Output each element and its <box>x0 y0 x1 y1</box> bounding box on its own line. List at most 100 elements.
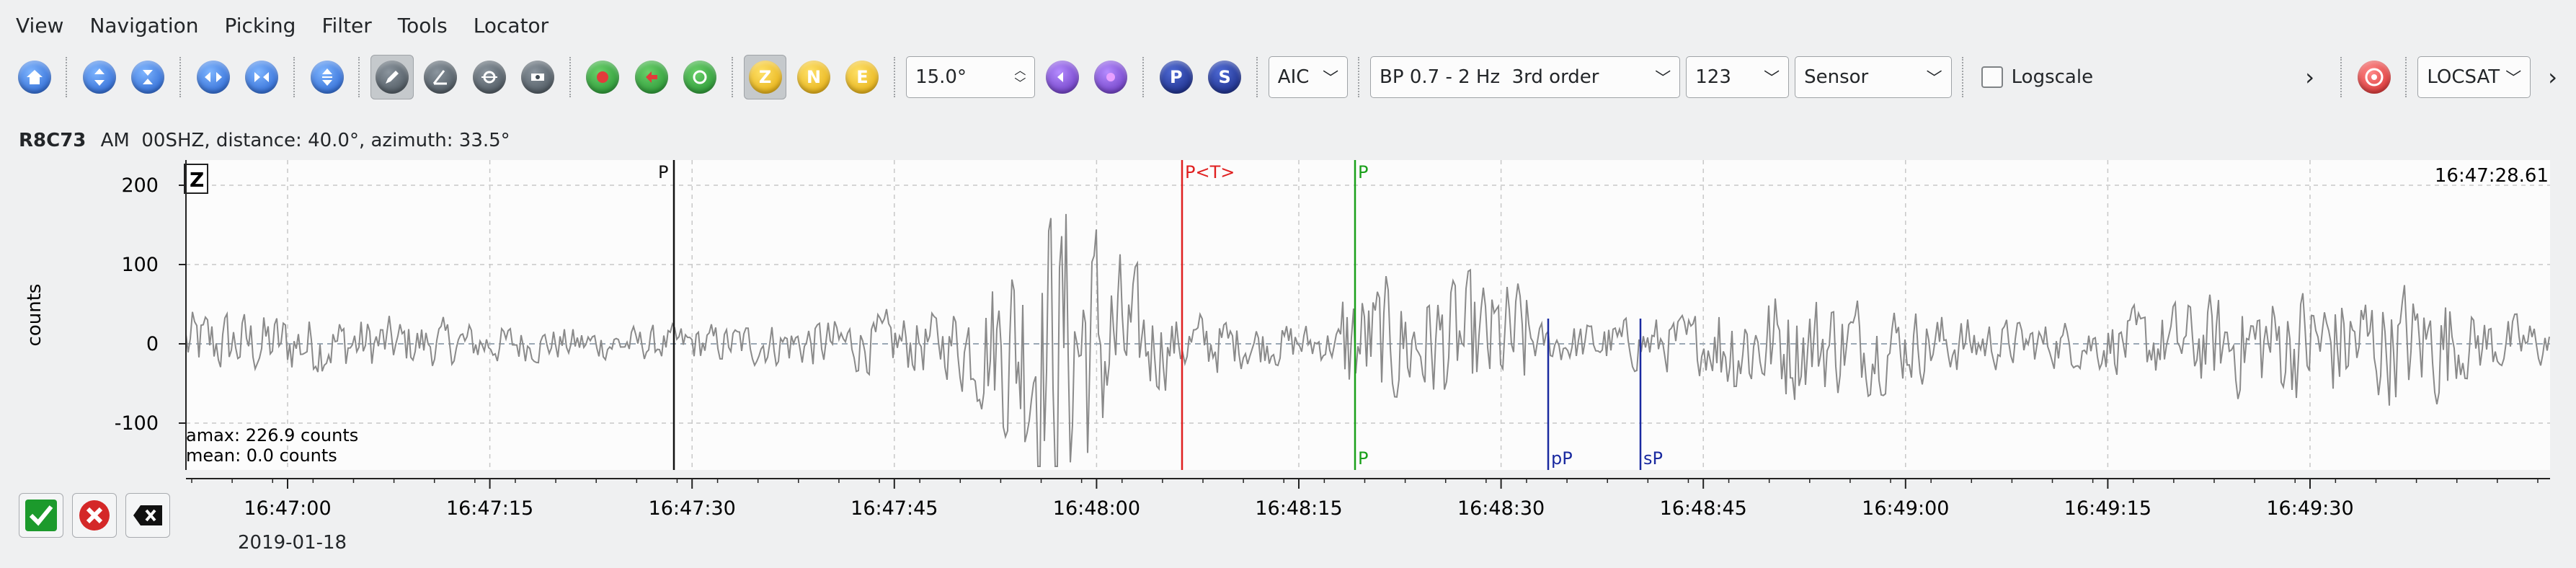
accept-button[interactable] <box>19 493 63 538</box>
reject-button[interactable] <box>72 493 117 538</box>
phase-s-icon: S <box>1208 61 1242 94</box>
rotate-right-button[interactable] <box>1090 55 1132 99</box>
toolbar-separator <box>179 57 182 97</box>
zoom-in-vertical-button[interactable] <box>78 55 120 99</box>
angle-tool-button[interactable] <box>419 55 462 99</box>
toolbar: Z N E 15.0° ︿ ﹀ P S AIC ﹀ BP 0.7 - 2 Hz 3r… <box>0 50 2576 104</box>
toolbar-separator <box>1256 57 1258 97</box>
chevron-down-icon: ﹀ <box>1764 70 1780 88</box>
checkmark-icon <box>25 500 57 531</box>
menu-navigation[interactable]: Navigation <box>76 0 211 50</box>
component-z-button[interactable]: Z <box>743 55 787 99</box>
arrow-s-icon <box>634 61 668 94</box>
rotate-alt-icon <box>1094 61 1128 94</box>
home-icon <box>17 61 51 94</box>
component-n-button[interactable]: N <box>792 55 835 99</box>
station-info: AM 00SHZ, distance: 40.0°, azimuth: 33.5… <box>100 130 510 151</box>
logscale-checkbox[interactable]: Logscale <box>1981 66 2093 88</box>
x-tick-label: 16:49:15 <box>2064 497 2151 520</box>
expand-vertical-icon <box>83 61 117 94</box>
locator-select[interactable]: LOCSAT ﹀ <box>2417 56 2531 98</box>
toolbar-separator <box>894 57 896 97</box>
chevron-down-icon: ﹀ <box>2505 70 2522 88</box>
y-tick-label: 100 <box>121 254 159 276</box>
y-tick-label: 0 <box>146 333 159 355</box>
toolbar-separator <box>358 57 360 97</box>
mean-label: mean: 0.0 counts <box>186 445 337 466</box>
toolbar-separator <box>1358 57 1360 97</box>
menu-bar: View Navigation Picking Filter Tools Loc… <box>0 0 2576 50</box>
filter-value: BP 0.7 - 2 Hz 3rd order <box>1380 66 1599 88</box>
toolbar-separator <box>66 57 68 97</box>
pick-s-button[interactable]: S <box>1203 55 1245 99</box>
filter-select[interactable]: BP 0.7 - 2 Hz 3rd order ﹀ <box>1370 56 1681 98</box>
pick-tool-button[interactable] <box>370 55 414 99</box>
spectrum-tool-button[interactable] <box>468 55 510 99</box>
y-axis: 200 100 0 -100 <box>115 160 187 470</box>
x-axis: 16:47:00 16:47:15 16:47:30 16:47:45 16:48:00… <box>186 478 2550 520</box>
pick-label: sP <box>1643 448 1663 469</box>
x-tick-label: 16:48:30 <box>1457 497 1545 520</box>
locate-button[interactable] <box>2353 55 2395 99</box>
pick-p-button[interactable]: P <box>1155 55 1197 99</box>
toolbar-separator <box>731 57 734 97</box>
chevron-down-icon: ﹀ <box>1323 70 1339 88</box>
pick-label: P <box>1358 162 1368 182</box>
logscale-label: Logscale <box>2011 66 2094 88</box>
x-tick-label: 16:47:15 <box>446 497 533 520</box>
picker-method-select[interactable]: AIC ﹀ <box>1268 56 1349 98</box>
x-tick-label: 16:49:30 <box>2266 497 2353 520</box>
menu-locator[interactable]: Locator <box>461 0 561 50</box>
compress-horizontal-icon <box>245 61 279 94</box>
component-label: Z <box>190 168 204 192</box>
cancel-icon <box>79 500 110 531</box>
x-tick-label: 16:49:00 <box>1862 497 1949 520</box>
checkbox-box[interactable] <box>1981 66 2003 88</box>
component-e-button[interactable]: E <box>841 55 884 99</box>
pencil-icon <box>375 61 409 94</box>
zoom-out-vertical-button[interactable] <box>127 55 169 99</box>
relocate-p-button[interactable] <box>582 55 624 99</box>
relocate-button[interactable] <box>679 55 721 99</box>
menu-tools[interactable]: Tools <box>385 0 461 50</box>
fit-vertical-button[interactable] <box>306 55 348 99</box>
menu-view[interactable]: View <box>3 0 76 50</box>
chevron-down-icon: ﹀ <box>1655 70 1671 88</box>
x-tick-label: 16:47:00 <box>244 497 331 520</box>
delete-button[interactable] <box>125 493 170 538</box>
date-label: 2019-01-18 <box>238 532 347 554</box>
more-chevron-icon[interactable]: › <box>2305 63 2314 91</box>
unit-select[interactable]: Sensor ﹀ <box>1795 56 1952 98</box>
measure-tool-button[interactable] <box>516 55 559 99</box>
toolbar-separator <box>2405 57 2407 97</box>
picker-method-value: AIC <box>1277 66 1310 88</box>
spin-arrows-icon[interactable]: ︿ ﹀ <box>1014 64 1026 90</box>
zoom-out-horizontal-button[interactable] <box>240 55 283 99</box>
menu-filter[interactable]: Filter <box>308 0 384 50</box>
unit-value: Sensor <box>1804 66 1869 88</box>
x-tick-label: 16:47:30 <box>649 497 736 520</box>
y-tick-label: 200 <box>121 174 159 197</box>
x-tick-label: 16:48:15 <box>1255 497 1342 520</box>
toolbar-separator <box>293 57 296 97</box>
trace-header: R8C73 AM 00SHZ, distance: 40.0°, azimuth… <box>0 117 2576 161</box>
rotate-left-button[interactable] <box>1041 55 1083 99</box>
toolbar-separator <box>2340 57 2342 97</box>
zoom-in-horizontal-button[interactable] <box>192 55 234 99</box>
measure-icon <box>521 61 555 94</box>
more-chevron-icon[interactable]: › <box>2548 63 2557 91</box>
toolbar-separator <box>1961 57 1964 97</box>
fit-vertical-icon <box>310 61 344 94</box>
relocate-s-button[interactable] <box>630 55 672 99</box>
station-code: R8C73 <box>19 130 86 151</box>
trace-plot[interactable]: P P<T> P P pP sP Z 16:47:28.61 amax: 226.9 co… <box>0 160 2576 564</box>
y-tick-label: -100 <box>115 412 159 435</box>
angle-icon <box>424 61 458 94</box>
menu-picking[interactable]: Picking <box>211 0 308 50</box>
components-select[interactable]: 123 ﹀ <box>1686 56 1790 98</box>
rotate-icon <box>1046 61 1080 94</box>
home-button[interactable] <box>13 55 55 99</box>
pick-label: pP <box>1551 448 1573 469</box>
angle-spinbox[interactable]: 15.0° ︿ ﹀ <box>906 56 1036 98</box>
delete-icon <box>133 505 162 525</box>
